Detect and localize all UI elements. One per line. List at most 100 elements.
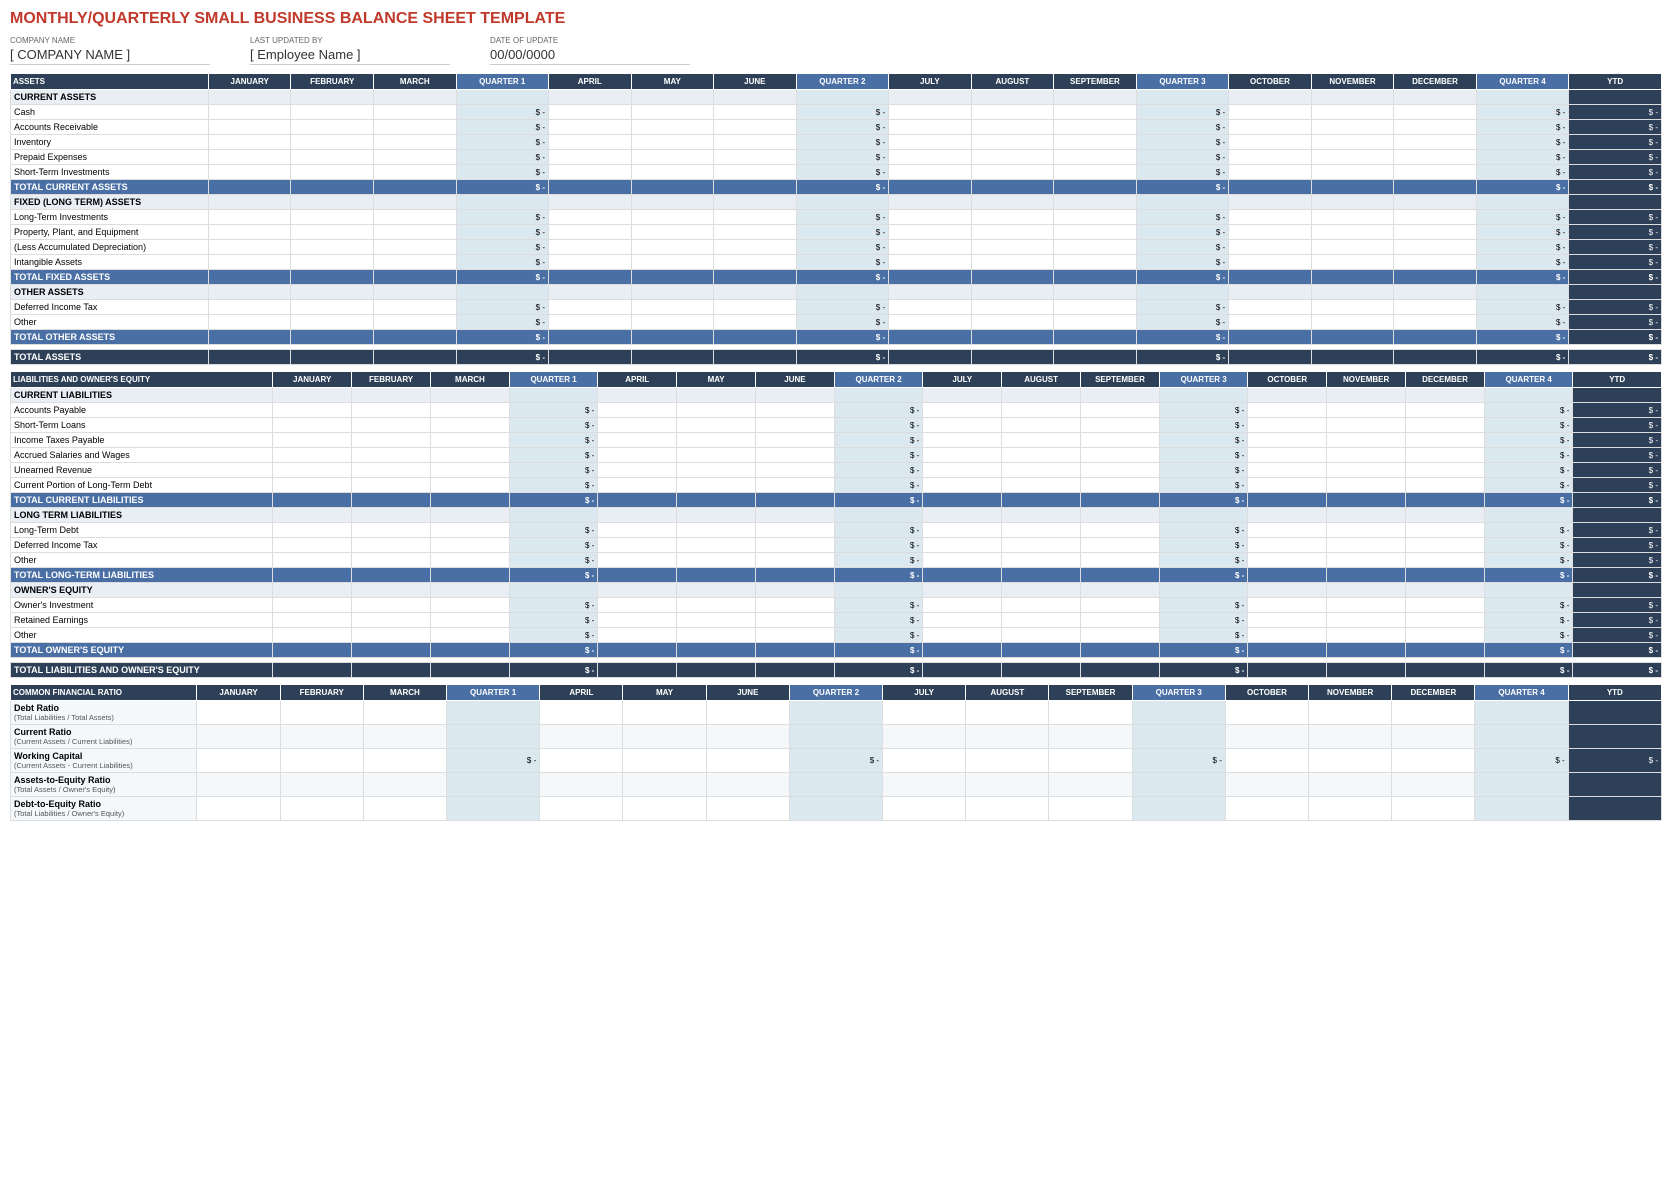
ratio-cell[interactable] bbox=[1309, 725, 1392, 749]
data-cell[interactable] bbox=[1248, 493, 1327, 508]
data-cell[interactable] bbox=[923, 403, 1002, 418]
data-cell[interactable] bbox=[677, 613, 756, 628]
data-cell[interactable] bbox=[273, 433, 352, 448]
data-cell[interactable] bbox=[1229, 350, 1312, 365]
data-cell[interactable] bbox=[1406, 418, 1485, 433]
ratio-cell[interactable] bbox=[1309, 797, 1392, 821]
data-cell[interactable] bbox=[352, 598, 431, 613]
data-cell[interactable]: $ - bbox=[1569, 105, 1662, 120]
data-cell[interactable] bbox=[549, 240, 632, 255]
table-row[interactable]: Other$ -$ -$ -$ -$ - bbox=[11, 628, 1662, 643]
data-cell[interactable] bbox=[1406, 493, 1485, 508]
table-row[interactable]: TOTAL LONG-TERM LIABILITIES$ -$ -$ -$ -$… bbox=[11, 568, 1662, 583]
data-cell[interactable] bbox=[631, 330, 714, 345]
data-cell[interactable] bbox=[549, 165, 632, 180]
data-cell[interactable] bbox=[677, 538, 756, 553]
data-cell[interactable]: $ - bbox=[1569, 240, 1662, 255]
data-cell[interactable] bbox=[1002, 403, 1081, 418]
data-cell[interactable]: $ - bbox=[1136, 135, 1229, 150]
data-cell[interactable]: $ - bbox=[1569, 255, 1662, 270]
data-cell[interactable] bbox=[598, 448, 677, 463]
ratio-cell[interactable] bbox=[883, 701, 966, 725]
data-cell[interactable]: $ - bbox=[1569, 330, 1662, 345]
data-cell[interactable] bbox=[1229, 330, 1312, 345]
data-cell[interactable] bbox=[598, 663, 677, 678]
data-cell[interactable]: $ - bbox=[1573, 463, 1662, 478]
data-cell[interactable] bbox=[549, 225, 632, 240]
data-cell[interactable] bbox=[1327, 598, 1406, 613]
data-cell[interactable]: $ - bbox=[1476, 225, 1569, 240]
data-cell[interactable] bbox=[208, 330, 291, 345]
data-cell[interactable] bbox=[273, 523, 352, 538]
data-cell[interactable] bbox=[714, 180, 797, 195]
data-cell[interactable] bbox=[1311, 225, 1394, 240]
data-cell[interactable] bbox=[208, 180, 291, 195]
data-cell[interactable]: $ - bbox=[1573, 493, 1662, 508]
data-cell[interactable] bbox=[1311, 315, 1394, 330]
data-cell[interactable]: $ - bbox=[1484, 523, 1572, 538]
data-cell[interactable] bbox=[1002, 538, 1081, 553]
data-cell[interactable]: $ - bbox=[1484, 553, 1572, 568]
data-cell[interactable] bbox=[352, 478, 431, 493]
data-cell[interactable] bbox=[273, 598, 352, 613]
data-cell[interactable]: $ - bbox=[1569, 180, 1662, 195]
data-cell[interactable]: $ - bbox=[1484, 463, 1572, 478]
data-cell[interactable] bbox=[1406, 538, 1485, 553]
data-cell[interactable] bbox=[273, 403, 352, 418]
data-cell[interactable] bbox=[971, 135, 1054, 150]
table-row[interactable]: TOTAL CURRENT ASSETS$ -$ -$ -$ -$ - bbox=[11, 180, 1662, 195]
data-cell[interactable] bbox=[598, 403, 677, 418]
data-cell[interactable] bbox=[208, 150, 291, 165]
ratio-cell[interactable] bbox=[1132, 797, 1225, 821]
data-cell[interactable] bbox=[373, 105, 456, 120]
data-cell[interactable] bbox=[714, 350, 797, 365]
data-cell[interactable] bbox=[1311, 150, 1394, 165]
data-cell[interactable]: $ - bbox=[796, 105, 889, 120]
data-cell[interactable] bbox=[756, 418, 835, 433]
ratio-cell[interactable] bbox=[883, 797, 966, 821]
ratio-cell[interactable] bbox=[540, 725, 623, 749]
ratio-cell[interactable] bbox=[1568, 797, 1661, 821]
data-cell[interactable] bbox=[889, 210, 972, 225]
data-cell[interactable] bbox=[1394, 210, 1477, 225]
ratio-cell[interactable] bbox=[1309, 773, 1392, 797]
data-cell[interactable] bbox=[971, 210, 1054, 225]
data-cell[interactable] bbox=[1081, 598, 1160, 613]
data-cell[interactable]: $ - bbox=[1484, 403, 1572, 418]
ratio-cell[interactable] bbox=[1049, 701, 1132, 725]
ratio-cell[interactable] bbox=[280, 773, 363, 797]
data-cell[interactable] bbox=[756, 643, 835, 658]
data-cell[interactable]: $ - bbox=[456, 240, 549, 255]
data-cell[interactable] bbox=[756, 463, 835, 478]
ratio-cell[interactable] bbox=[1132, 725, 1225, 749]
data-cell[interactable] bbox=[273, 643, 352, 658]
data-cell[interactable] bbox=[1054, 240, 1137, 255]
data-cell[interactable] bbox=[431, 538, 510, 553]
data-cell[interactable]: $ - bbox=[1484, 433, 1572, 448]
table-row[interactable]: Current Portion of Long-Term Debt$ -$ -$… bbox=[11, 478, 1662, 493]
data-cell[interactable] bbox=[971, 255, 1054, 270]
ratio-cell[interactable] bbox=[447, 773, 540, 797]
ratio-cell[interactable] bbox=[363, 797, 446, 821]
data-cell[interactable] bbox=[1081, 463, 1160, 478]
data-cell[interactable] bbox=[1054, 165, 1137, 180]
data-cell[interactable] bbox=[352, 463, 431, 478]
data-cell[interactable] bbox=[291, 150, 374, 165]
table-row[interactable]: Income Taxes Payable$ -$ -$ -$ -$ - bbox=[11, 433, 1662, 448]
data-cell[interactable]: $ - bbox=[1136, 330, 1229, 345]
data-cell[interactable] bbox=[714, 135, 797, 150]
data-cell[interactable] bbox=[352, 433, 431, 448]
data-cell[interactable]: $ - bbox=[456, 300, 549, 315]
ratio-cell[interactable] bbox=[1475, 725, 1568, 749]
ratio-cell[interactable] bbox=[883, 749, 966, 773]
data-cell[interactable]: $ - bbox=[1159, 448, 1247, 463]
data-cell[interactable] bbox=[373, 315, 456, 330]
data-cell[interactable] bbox=[1248, 433, 1327, 448]
data-cell[interactable]: $ - bbox=[509, 493, 597, 508]
data-cell[interactable] bbox=[1406, 553, 1485, 568]
data-cell[interactable]: $ - bbox=[834, 538, 922, 553]
data-cell[interactable]: $ - bbox=[834, 613, 922, 628]
data-cell[interactable] bbox=[756, 403, 835, 418]
data-cell[interactable] bbox=[549, 180, 632, 195]
data-cell[interactable] bbox=[373, 165, 456, 180]
